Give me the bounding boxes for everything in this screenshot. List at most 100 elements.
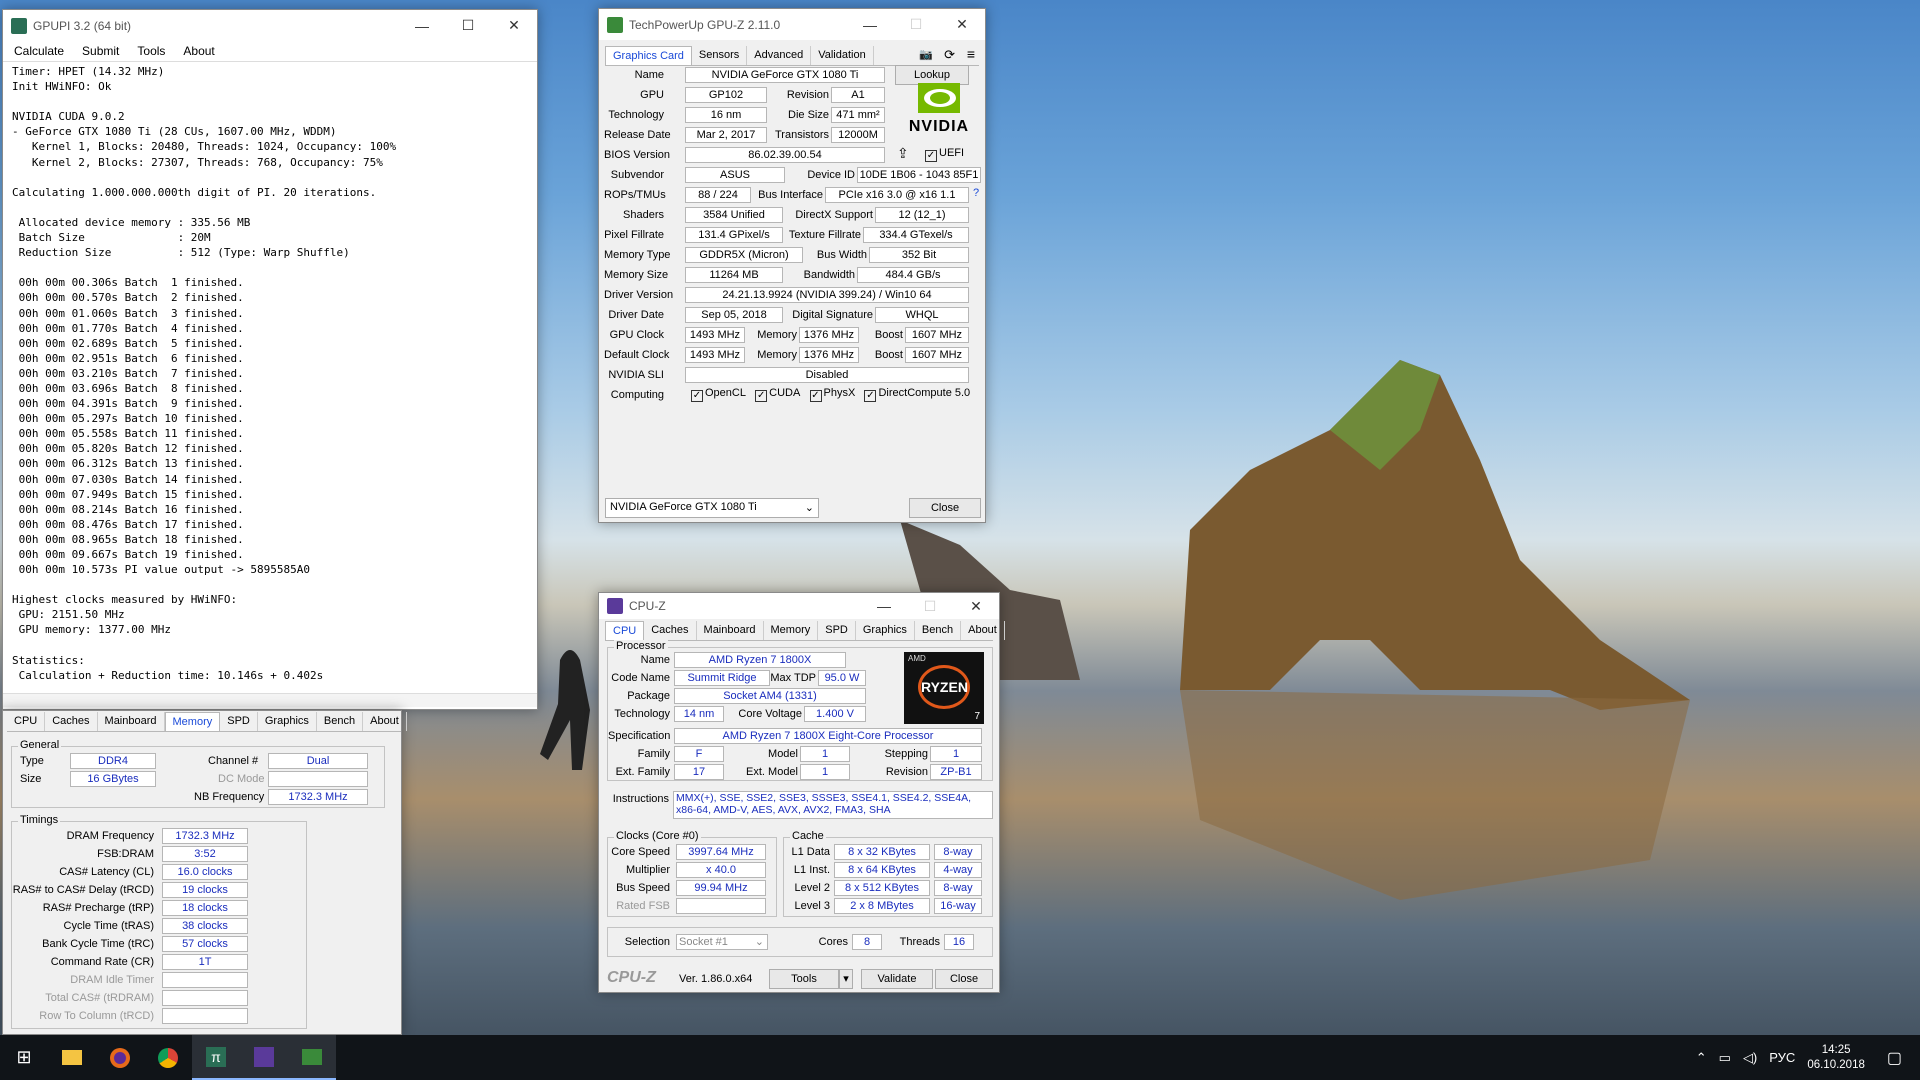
threads-value: 16 bbox=[944, 934, 974, 950]
tab-advanced[interactable]: Advanced bbox=[747, 46, 812, 65]
cuda-check: ✓ CUDA bbox=[755, 387, 801, 402]
physx-label: PhysX bbox=[823, 387, 856, 399]
tab-graphics-card[interactable]: Graphics Card bbox=[605, 46, 692, 65]
ext-model-label: Ext. Model bbox=[746, 766, 798, 778]
tab-cpu[interactable]: CPU bbox=[7, 712, 46, 731]
tab-mainboard[interactable]: Mainboard bbox=[697, 621, 764, 640]
tab-memory[interactable]: Memory bbox=[764, 621, 819, 640]
maximize-icon: ☐ bbox=[923, 597, 937, 614]
texture-fillrate-value: 334.4 GTexel/s bbox=[863, 227, 969, 243]
family-value: F bbox=[674, 746, 724, 762]
model-value: 1 bbox=[800, 746, 850, 762]
timing-label: Row To Column (tRCD) bbox=[39, 1010, 154, 1022]
menu-submit[interactable]: Submit bbox=[82, 44, 119, 58]
package-value: Socket AM4 (1331) bbox=[674, 688, 866, 704]
nbfreq-label: NB Frequency bbox=[194, 791, 265, 803]
firefox-icon[interactable] bbox=[96, 1035, 144, 1080]
tools-label: Tools bbox=[791, 973, 817, 985]
threads-label: Threads bbox=[899, 936, 940, 948]
tab-spd[interactable]: SPD bbox=[818, 621, 856, 640]
ryzen-logo-text: RYZEN bbox=[918, 665, 970, 709]
cpuz-titlebar[interactable]: CPU-Z — ☐ ✕ bbox=[599, 593, 999, 619]
windows-start-icon[interactable]: ⊞ bbox=[0, 1035, 48, 1080]
bus-help-icon[interactable]: ? bbox=[973, 187, 979, 199]
tab-validation[interactable]: Validation bbox=[811, 46, 874, 65]
cpuz-tabs: CPU Caches Mainboard Memory SPD Graphics… bbox=[605, 621, 1005, 641]
tab-bench[interactable]: Bench bbox=[317, 712, 364, 731]
cuda-label: CUDA bbox=[769, 387, 801, 399]
cpu-technology-value: 14 nm bbox=[674, 706, 724, 722]
pixel-fillrate-label: Pixel Fillrate bbox=[604, 229, 664, 241]
close-button[interactable]: Close bbox=[935, 969, 993, 989]
multiplier-value: x 40.0 bbox=[676, 862, 766, 878]
language-indicator[interactable]: РУС bbox=[1769, 1050, 1795, 1065]
validate-button[interactable]: Validate bbox=[861, 969, 933, 989]
tools-dropdown-icon[interactable]: ▾ bbox=[839, 969, 853, 989]
digital-signature-label: Digital Signature bbox=[792, 309, 873, 321]
file-explorer-icon[interactable] bbox=[48, 1035, 96, 1080]
tab-about[interactable]: About bbox=[363, 712, 407, 731]
tab-graphics[interactable]: Graphics bbox=[856, 621, 915, 640]
chrome-icon[interactable] bbox=[144, 1035, 192, 1080]
tab-cpu[interactable]: CPU bbox=[605, 621, 645, 640]
gpu-memory-value: 1376 MHz bbox=[799, 327, 859, 343]
close-icon[interactable]: ✕ bbox=[953, 598, 999, 615]
network-icon[interactable]: ▭ bbox=[1719, 1050, 1731, 1066]
tab-caches[interactable]: Caches bbox=[45, 712, 98, 731]
rops-value: 88 / 224 bbox=[685, 187, 751, 203]
menu-calculate[interactable]: Calculate bbox=[14, 44, 64, 58]
maximize-icon[interactable]: ☐ bbox=[445, 17, 491, 34]
menu-tools[interactable]: Tools bbox=[137, 44, 165, 58]
menu-about[interactable]: About bbox=[183, 44, 214, 58]
gpu-select-dropdown[interactable]: NVIDIA GeForce GTX 1080 Ti ⌄ bbox=[605, 498, 819, 518]
close-icon[interactable]: ✕ bbox=[939, 16, 985, 33]
gpuz-taskbar-icon[interactable] bbox=[288, 1035, 336, 1080]
clock[interactable]: 14:25 06.10.2018 bbox=[1807, 1043, 1865, 1073]
notification-icon[interactable]: ▢ bbox=[1877, 1048, 1912, 1068]
gpupi-output: Timer: HPET (14.32 MHz) Init HWiNFO: Ok … bbox=[3, 61, 537, 693]
specification-value: AMD Ryzen 7 1800X Eight-Core Processor bbox=[674, 728, 982, 744]
close-button[interactable]: Close bbox=[909, 498, 981, 518]
instructions-value: MMX(+), SSE, SSE2, SSE3, SSSE3, SSE4.1, … bbox=[673, 791, 993, 819]
close-icon[interactable]: ✕ bbox=[491, 17, 537, 34]
cpuz-memory-window: CPU Caches Mainboard Memory SPD Graphics… bbox=[2, 710, 407, 1035]
minimize-icon[interactable]: — bbox=[861, 598, 907, 614]
timing-value bbox=[162, 1008, 248, 1024]
socket-select[interactable]: Socket #1 ⌄ bbox=[676, 934, 768, 950]
code-name-value: Summit Ridge bbox=[674, 670, 770, 686]
menu-icon[interactable]: ≡ bbox=[967, 46, 975, 62]
tab-mainboard[interactable]: Mainboard bbox=[98, 712, 165, 731]
tab-about[interactable]: About bbox=[961, 621, 1005, 640]
timing-label: DRAM Frequency bbox=[66, 830, 154, 842]
tab-sensors[interactable]: Sensors bbox=[692, 46, 748, 65]
volume-icon[interactable]: ◁) bbox=[1743, 1050, 1757, 1066]
tab-spd[interactable]: SPD bbox=[220, 712, 258, 731]
timing-label: CAS# Latency (CL) bbox=[59, 866, 154, 878]
gpupi-titlebar[interactable]: GPUPI 3.2 (64 bit) — ☐ ✕ bbox=[3, 10, 537, 41]
tools-button[interactable]: Tools bbox=[769, 969, 839, 989]
ext-family-label: Ext. Family bbox=[615, 766, 670, 778]
gpupi-taskbar-icon[interactable]: π bbox=[192, 1035, 240, 1080]
revision-label: Revision bbox=[786, 89, 829, 101]
cpuz-taskbar-icon[interactable] bbox=[240, 1035, 288, 1080]
gpu-value: GP102 bbox=[685, 87, 767, 103]
horizontal-scrollbar[interactable] bbox=[3, 693, 537, 707]
tab-memory[interactable]: Memory bbox=[164, 712, 221, 731]
gpuz-titlebar[interactable]: TechPowerUp GPU-Z 2.11.0 — ☐ ✕ bbox=[599, 9, 985, 40]
camera-icon[interactable]: 📷 bbox=[919, 48, 933, 61]
selection-label: Selection bbox=[624, 936, 670, 948]
timing-value bbox=[162, 990, 248, 1006]
refresh-icon[interactable]: ⟳ bbox=[944, 47, 955, 63]
nvidia-logo: NVIDIA bbox=[899, 81, 979, 137]
max-tdp-label: Max TDP bbox=[770, 672, 816, 684]
minimize-icon[interactable]: — bbox=[847, 17, 893, 33]
tab-graphics[interactable]: Graphics bbox=[258, 712, 317, 731]
opencl-check: ✓ OpenCL bbox=[691, 387, 746, 402]
gpu-clock-value: 1493 MHz bbox=[685, 327, 745, 343]
minimize-icon[interactable]: — bbox=[399, 18, 445, 34]
share-icon[interactable]: ⇪ bbox=[897, 145, 909, 162]
timing-value: 18 clocks bbox=[162, 900, 248, 916]
tray-chevron-up-icon[interactable]: ⌃ bbox=[1696, 1050, 1707, 1066]
tab-caches[interactable]: Caches bbox=[644, 621, 697, 640]
tab-bench[interactable]: Bench bbox=[915, 621, 962, 640]
